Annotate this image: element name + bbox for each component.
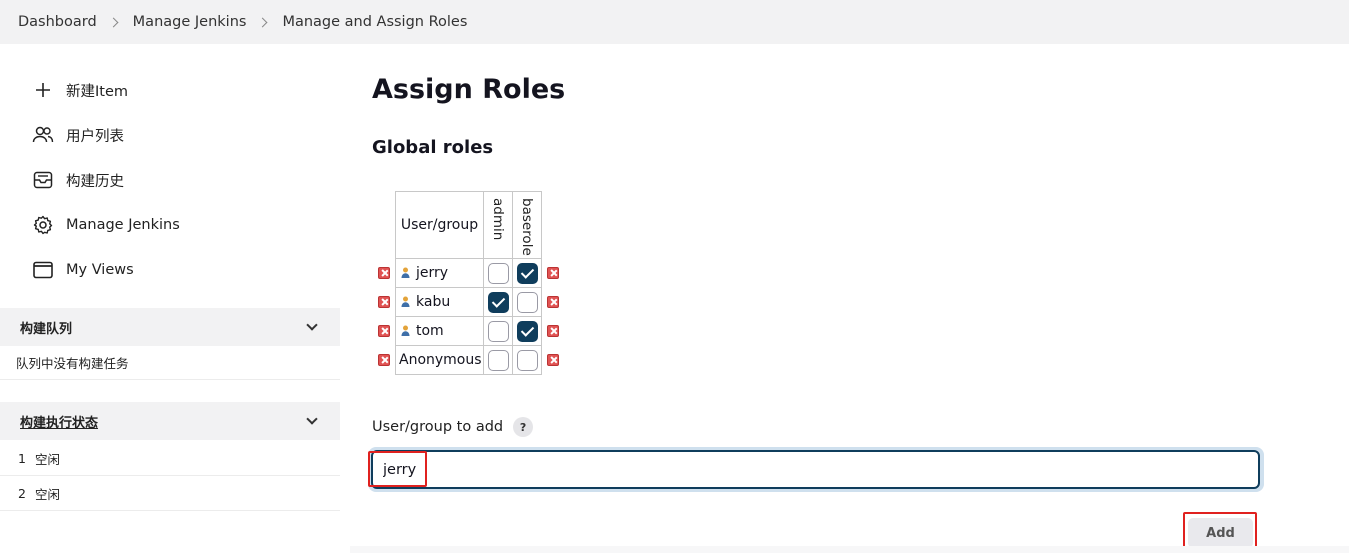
table-row: kabu — [395, 287, 542, 317]
bottom-divider — [350, 546, 1349, 553]
user-name: jerry — [416, 265, 449, 281]
sidebar-item-label: 新建Item — [66, 83, 129, 100]
delete-row-right-icon[interactable] — [547, 354, 559, 366]
user-icon — [401, 296, 410, 307]
chevron-right-icon — [257, 17, 268, 27]
breadcrumb-dashboard[interactable]: Dashboard — [18, 14, 97, 30]
build-queue-empty-text: 队列中没有构建任务 — [16, 356, 129, 371]
executor-status: 空闲 — [34, 487, 60, 502]
page-title: Assign Roles — [372, 74, 566, 105]
sidebar-item-build-history[interactable]: 构建历史 — [32, 165, 124, 195]
build-queue-title: 构建队列 — [20, 321, 73, 337]
delete-row-left-icon[interactable] — [378, 296, 390, 308]
breadcrumb-manage-assign-roles[interactable]: Manage and Assign Roles — [282, 14, 467, 30]
role-checkbox-jerry-baserole[interactable] — [516, 262, 538, 284]
column-header-user-group: User/group — [395, 191, 484, 259]
add-user-label: User/group to add ? — [372, 417, 534, 437]
user-group-input[interactable] — [371, 450, 1260, 489]
table-row: jerry — [395, 258, 542, 288]
user-cell: tom — [395, 316, 484, 346]
add-user-label-text: User/group to add — [372, 419, 504, 435]
executors-title[interactable]: 构建执行状态 — [20, 412, 98, 431]
user-name: Anonymous — [399, 352, 482, 368]
sidebar-item-label: My Views — [66, 262, 134, 278]
sidebar-item-users[interactable]: 用户列表 — [32, 120, 124, 150]
role-label: admin — [490, 198, 506, 241]
build-queue-empty: 队列中没有构建任务 — [0, 346, 340, 380]
table-header-row: User/group admin baserole — [395, 191, 542, 259]
checkbox-cell — [512, 258, 542, 288]
executor-number: 2 — [18, 486, 26, 501]
sidebar-item-manage-jenkins[interactable]: Manage Jenkins — [32, 210, 180, 240]
chevron-right-icon — [108, 17, 119, 27]
role-checkbox-anonymous-baserole[interactable] — [516, 349, 538, 371]
build-queue-header[interactable]: 构建队列 — [0, 308, 340, 346]
checkbox-cell — [483, 258, 513, 288]
executors-header[interactable]: 构建执行状态 — [0, 402, 340, 440]
table-row: Anonymous — [395, 345, 542, 375]
user-name: tom — [416, 323, 444, 339]
delete-row-right-icon[interactable] — [547, 296, 559, 308]
user-cell: kabu — [395, 287, 484, 317]
role-checkbox-kabu-admin[interactable] — [487, 291, 509, 313]
chevron-down-icon[interactable] — [306, 413, 318, 425]
sidebar-item-my-views[interactable]: My Views — [32, 255, 134, 285]
role-checkbox-tom-baserole[interactable] — [516, 320, 538, 342]
user-icon — [401, 267, 410, 278]
user-cell: jerry — [395, 258, 484, 288]
help-icon[interactable]: ? — [513, 417, 534, 437]
users-icon — [32, 124, 54, 146]
column-header-admin: admin — [483, 191, 513, 259]
role-checkbox-tom-admin[interactable] — [487, 320, 509, 342]
breadcrumb-manage-jenkins[interactable]: Manage Jenkins — [133, 14, 247, 30]
global-roles-table: User/group admin baserole jerry kabu tom… — [395, 191, 542, 375]
delete-row-left-icon[interactable] — [378, 354, 390, 366]
role-label: baserole — [519, 198, 535, 256]
sidebar-item-new-item[interactable]: 新建Item — [32, 75, 128, 105]
executor-row: 1 空闲 — [0, 442, 340, 476]
sidebar-item-label: 用户列表 — [66, 128, 124, 145]
checkbox-cell — [512, 345, 542, 375]
checkbox-cell — [512, 316, 542, 346]
user-name: kabu — [416, 294, 451, 310]
role-checkbox-kabu-baserole[interactable] — [516, 291, 538, 313]
executor-status: 空闲 — [34, 452, 60, 467]
role-checkbox-anonymous-admin[interactable] — [487, 349, 509, 371]
executor-row: 2 空闲 — [0, 477, 340, 511]
role-checkbox-jerry-admin[interactable] — [487, 262, 509, 284]
checkbox-cell — [483, 345, 513, 375]
column-header-baserole: baserole — [512, 191, 542, 259]
plus-icon — [32, 79, 54, 101]
delete-row-left-icon[interactable] — [378, 267, 390, 279]
table-row: tom — [395, 316, 542, 346]
delete-row-right-icon[interactable] — [547, 267, 559, 279]
delete-row-left-icon[interactable] — [378, 325, 390, 337]
inbox-icon — [32, 169, 54, 191]
section-title: Global roles — [372, 137, 494, 158]
breadcrumb: Dashboard Manage Jenkins Manage and Assi… — [0, 0, 1349, 44]
user-cell: Anonymous — [395, 345, 484, 375]
add-button[interactable]: Add — [1188, 518, 1253, 548]
checkbox-cell — [483, 316, 513, 346]
checkbox-cell — [512, 287, 542, 317]
window-icon — [32, 259, 54, 281]
gear-icon — [32, 214, 54, 236]
sidebar-item-label: Manage Jenkins — [66, 217, 180, 233]
executor-number: 1 — [18, 451, 26, 466]
checkbox-cell — [483, 287, 513, 317]
sidebar-item-label: 构建历史 — [66, 173, 124, 190]
delete-row-right-icon[interactable] — [547, 325, 559, 337]
user-icon — [401, 325, 410, 336]
chevron-down-icon[interactable] — [306, 319, 318, 331]
